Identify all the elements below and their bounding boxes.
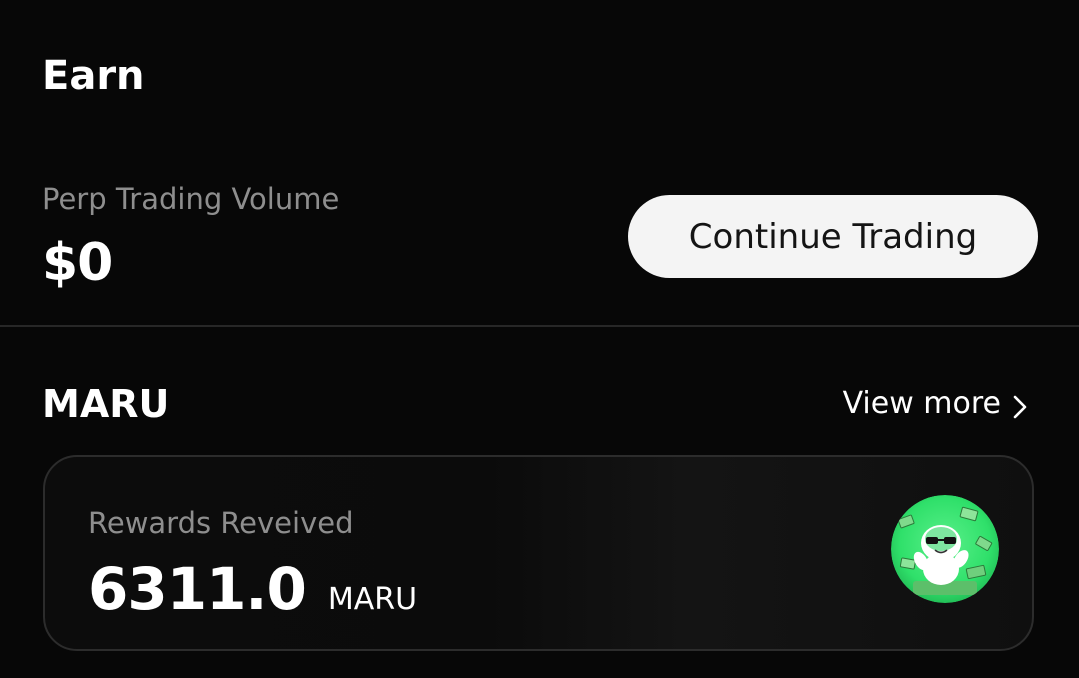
rewards-unit: MARU <box>327 582 418 617</box>
section-divider <box>0 325 1079 327</box>
chevron-right-icon <box>1011 391 1029 419</box>
rewards-amount: 6311.0 MARU <box>88 555 417 623</box>
rewards-card[interactable]: Rewards Reveived 6311.0 MARU <box>43 455 1034 651</box>
perp-volume-label: Perp Trading Volume <box>42 182 340 216</box>
continue-trading-button[interactable]: Continue Trading <box>628 195 1038 278</box>
view-more-label: View more <box>842 386 1001 421</box>
rewards-received-label: Rewards Reveived <box>88 506 354 540</box>
perp-volume-value: $0 <box>42 233 113 293</box>
view-more-link[interactable]: View more <box>843 384 1029 424</box>
maru-token-avatar-icon <box>891 495 999 603</box>
rewards-value: 6311.0 <box>88 555 307 623</box>
token-section-title: MARU <box>42 382 170 426</box>
earn-title: Earn <box>42 53 145 99</box>
earn-screen: Earn Perp Trading Volume $0 Continue Tra… <box>0 0 1079 678</box>
